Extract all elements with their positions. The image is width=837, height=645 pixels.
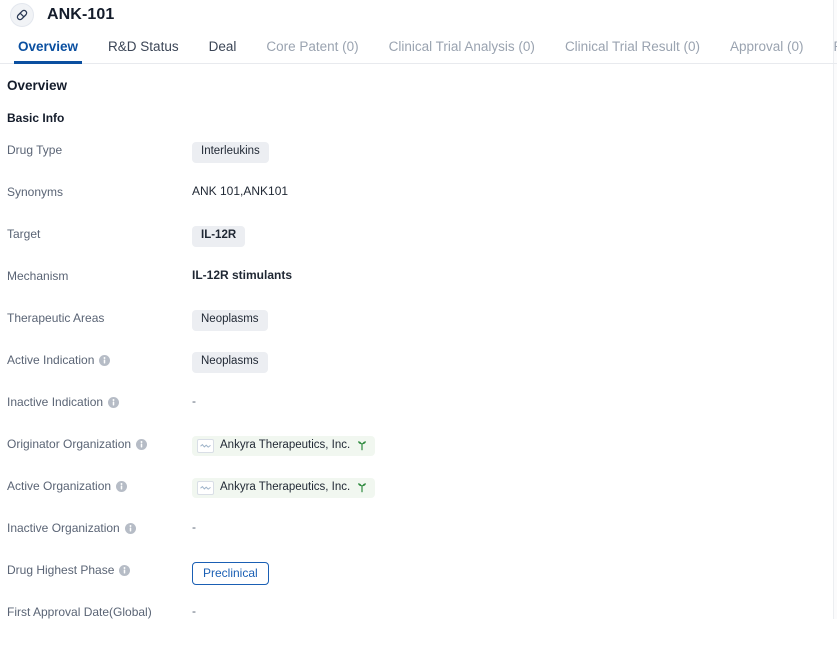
basic-info-table: Drug Type Interleukins Synonyms ANK 101,… — [7, 141, 837, 645]
table-row: Drug Type Interleukins — [7, 141, 837, 183]
subsection-title: Basic Info — [7, 111, 65, 125]
row-value: Interleukins — [192, 141, 269, 163]
tab-rd-status[interactable]: R&D Status — [108, 39, 179, 63]
row-value: IL-12R stimulants — [192, 267, 292, 282]
row-label: Active Organization — [7, 477, 192, 493]
row-value: Ankyra Therapeutics, Inc. — [192, 435, 376, 456]
row-label-text: Synonyms — [7, 185, 64, 199]
organization-name: Ankyra Therapeutics, Inc. — [220, 481, 351, 494]
row-label: Drug Type — [7, 141, 192, 157]
tab-deal[interactable]: Deal — [209, 39, 237, 63]
therapeutic-areas-tag[interactable]: Neoplasms — [192, 310, 268, 331]
organization-name: Ankyra Therapeutics, Inc. — [220, 439, 351, 452]
row-value: - — [192, 519, 196, 534]
sprout-icon — [356, 440, 368, 452]
page-title: ANK-101 — [47, 6, 115, 23]
table-row: Mechanism IL-12R stimulants — [7, 267, 837, 309]
row-value: ANK 101,ANK101 — [192, 183, 288, 198]
table-row: Therapeutic Areas Neoplasms — [7, 309, 837, 351]
row-label: First Approval Date(Global) — [7, 603, 192, 619]
row-label-text: Active Organization — [7, 479, 112, 493]
row-label-text: Drug Type — [7, 143, 63, 157]
drug-highest-phase-badge[interactable]: Preclinical — [192, 562, 269, 585]
info-icon[interactable] — [99, 354, 111, 366]
row-label: Therapeutic Areas — [7, 309, 192, 325]
row-label-text: Active Indication — [7, 353, 95, 367]
active-indication-tag[interactable]: Neoplasms — [192, 352, 268, 373]
overview-panel: Overview Basic Info Drug Type Interleuki… — [0, 64, 837, 645]
inactive-indication-value: - — [192, 394, 196, 408]
first-approval-date-value: - — [192, 604, 196, 618]
tab-regulation[interactable]: Regulation (0) — [834, 39, 837, 63]
inactive-organization-value: - — [192, 520, 196, 534]
row-label: Target — [7, 225, 192, 241]
capsule-icon — [10, 3, 34, 27]
table-row: Active Organization Ankyra Therapeutics,… — [7, 477, 837, 519]
table-row: Inactive Organization - — [7, 519, 837, 561]
row-value: - — [192, 393, 196, 408]
row-label-text: First Approval Date(Global) — [7, 605, 152, 619]
tab-core-patent[interactable]: Core Patent (0) — [266, 39, 358, 63]
tab-approval[interactable]: Approval (0) — [730, 39, 804, 63]
info-icon[interactable] — [108, 396, 120, 408]
row-label-text: Therapeutic Areas — [7, 311, 105, 325]
synonyms-value: ANK 101,ANK101 — [192, 184, 289, 198]
row-value: Neoplasms — [192, 351, 268, 373]
row-label: Synonyms — [7, 183, 192, 199]
tab-bar: Overview R&D Status Deal Core Patent (0)… — [0, 30, 837, 64]
table-row: Target IL-12R — [7, 225, 837, 267]
row-label-text: Target — [7, 227, 41, 241]
row-value: Ankyra Therapeutics, Inc. — [192, 477, 376, 498]
sprout-icon — [356, 482, 368, 494]
section-title: Overview — [7, 78, 68, 93]
table-row: Drug Highest Phase Preclinical — [7, 561, 837, 603]
row-label: Inactive Organization — [7, 519, 192, 535]
tab-clinical-trial-result[interactable]: Clinical Trial Result (0) — [565, 39, 700, 63]
row-label-text: Mechanism — [7, 269, 69, 283]
row-label: Mechanism — [7, 267, 192, 283]
target-tag[interactable]: IL-12R — [192, 226, 246, 247]
row-value: - — [192, 603, 196, 618]
organization-logo-icon — [197, 481, 214, 495]
right-scroll-gutter[interactable] — [833, 0, 837, 619]
row-label: Active Indication — [7, 351, 192, 367]
row-label: Originator Organization — [7, 435, 192, 451]
row-value: Preclinical — [192, 561, 269, 585]
row-value: Neoplasms — [192, 309, 268, 331]
tab-overview[interactable]: Overview — [13, 39, 83, 64]
table-row: Inactive Indication - — [7, 393, 837, 435]
info-icon[interactable] — [116, 480, 128, 492]
row-label-text: Originator Organization — [7, 437, 132, 451]
drug-type-tag[interactable]: Interleukins — [192, 142, 269, 163]
originator-organization-tag[interactable]: Ankyra Therapeutics, Inc. — [192, 436, 376, 456]
mechanism-value: IL-12R stimulants — [192, 268, 293, 282]
row-label-text: Drug Highest Phase — [7, 563, 115, 577]
table-row: Synonyms ANK 101,ANK101 — [7, 183, 837, 225]
table-row: Active Indication Neoplasms — [7, 351, 837, 393]
row-label-text: Inactive Indication — [7, 395, 104, 409]
page-header: ANK-101 — [0, 0, 837, 30]
table-row: First Approval Date(Global) - — [7, 603, 837, 645]
row-label: Inactive Indication — [7, 393, 192, 409]
tab-clinical-trial-analysis[interactable]: Clinical Trial Analysis (0) — [389, 39, 535, 63]
row-label-text: Inactive Organization — [7, 521, 120, 535]
info-icon[interactable] — [119, 564, 131, 576]
info-icon[interactable] — [124, 522, 136, 534]
table-row: Originator Organization Ankyra Therapeut… — [7, 435, 837, 477]
info-icon[interactable] — [136, 438, 148, 450]
organization-logo-icon — [197, 439, 214, 453]
row-value: IL-12R — [192, 225, 246, 247]
active-organization-tag[interactable]: Ankyra Therapeutics, Inc. — [192, 478, 376, 498]
row-label: Drug Highest Phase — [7, 561, 192, 577]
